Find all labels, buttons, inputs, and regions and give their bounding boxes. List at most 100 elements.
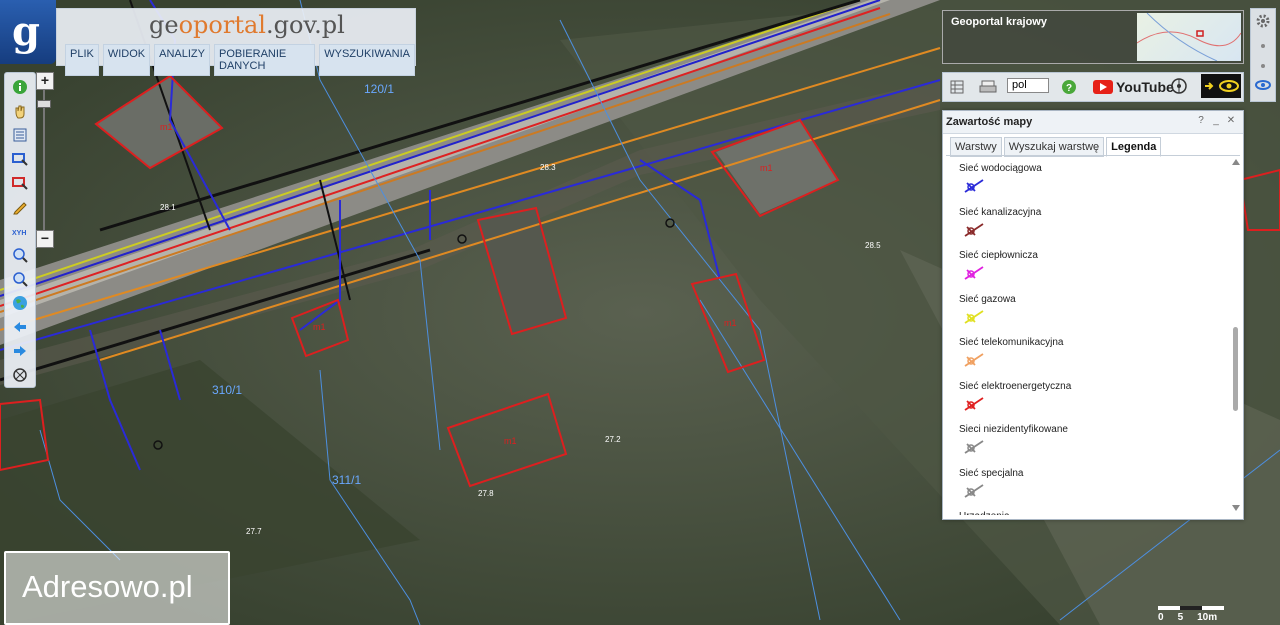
scale-bar: 0 5 10m [1158, 604, 1228, 623]
overview-title: Geoportal krajowy [951, 16, 1047, 28]
legend-item-label: Sieci niezidentyfikowane [959, 424, 1068, 435]
zoom-in-icon[interactable] [10, 245, 30, 265]
print-icon[interactable] [979, 79, 999, 95]
grid-icon[interactable] [949, 79, 965, 95]
settings-gear-icon[interactable] [1255, 13, 1271, 29]
panel-tabs: Warstwy Wyszukaj warstwę Legenda [950, 137, 1162, 157]
scale-label-0: 0 [1158, 612, 1164, 623]
legend-item: Sieć kanalizacyjna [959, 207, 1041, 249]
eye-icon[interactable] [1255, 77, 1271, 93]
accessibility-icon[interactable] [1171, 78, 1187, 94]
right-controls [1250, 8, 1276, 102]
panel-close-button[interactable]: ✕ [1225, 115, 1237, 127]
zoom-out-button[interactable]: − [36, 230, 54, 248]
youtube-label: YouTube [1116, 79, 1174, 95]
legend-symbol-icon [964, 483, 984, 498]
scale-label-5: 5 [1177, 612, 1184, 623]
map-contents-panel: Zawartość mapy ? _ ✕ Warstwy Wyszukaj wa… [942, 110, 1244, 520]
legend-item: Urządzenia [959, 511, 1010, 515]
legend-symbol-icon [964, 222, 984, 237]
globe-icon[interactable] [10, 293, 30, 313]
legend-item: Sieć gazowa [959, 294, 1016, 336]
contrast-toggle[interactable] [1201, 74, 1241, 98]
building-label: m1 [724, 318, 737, 328]
page-title: geoportal.gov.pl [149, 11, 345, 39]
xyz-coordinates-icon[interactable]: XYH [10, 221, 30, 241]
title-part-portal: oportal [178, 11, 266, 39]
legend-symbol-icon [964, 309, 984, 324]
tab-wyszukaj-warstwe[interactable]: Wyszukaj warstwę [1003, 137, 1105, 157]
menu-pobieranie-danych[interactable]: POBIERANIE DANYCH [214, 44, 316, 76]
top-right-toolbar: pol ? YouTube [942, 72, 1244, 102]
legend-item: Sieć specjalna [959, 468, 1023, 510]
height-label: 28.5 [865, 241, 881, 250]
legend-list: Sieć wodociągowa Sieć kanalizacyjna Sieć c… [943, 157, 1229, 515]
zoom-track[interactable] [43, 90, 45, 232]
zoom-knob[interactable] [37, 100, 51, 108]
legend-item-label: Sieć kanalizacyjna [959, 206, 1042, 218]
legend-symbol-icon [964, 179, 984, 193]
zoom-in-button[interactable]: + [36, 72, 54, 90]
legend-item-label: Sieć elektroenergetyczna [959, 380, 1072, 392]
legend-scroll-thumb[interactable] [1233, 327, 1238, 411]
forward-arrow-icon[interactable] [10, 341, 30, 361]
legend-item: Sieć elektroenergetyczna [959, 381, 1071, 423]
zoom-slider[interactable]: + − [36, 72, 54, 248]
panel-header: Zawartość mapy ? _ ✕ [943, 111, 1243, 134]
expand-icon[interactable] [1255, 57, 1271, 69]
height-label: 27.2 [605, 435, 621, 444]
legend-item-label: Sieć specjalna [959, 467, 1024, 479]
overview-map[interactable] [1136, 12, 1242, 62]
watermark: Adresowo.pl [4, 551, 230, 625]
menu-analizy[interactable]: ANALIZY [154, 44, 210, 76]
geoportal-logo[interactable]: g [0, 0, 56, 64]
language-select[interactable]: pol [1007, 78, 1049, 93]
draw-pencil-icon[interactable] [10, 197, 30, 217]
back-arrow-icon[interactable] [10, 317, 30, 337]
tab-warstwy[interactable]: Warstwy [950, 137, 1002, 157]
menu-widok[interactable]: WIDOK [102, 44, 151, 76]
clear-selection-icon[interactable] [10, 173, 30, 193]
svg-text:XYH: XYH [12, 230, 26, 237]
building-label: m1 [160, 122, 173, 132]
layers-list-icon[interactable] [10, 125, 30, 145]
info-icon[interactable] [10, 77, 30, 97]
parcel-label: 310/1 [212, 383, 242, 397]
tab-legenda[interactable]: Legenda [1106, 137, 1162, 157]
youtube-link[interactable]: YouTube [1093, 79, 1174, 95]
legend-symbol-icon [964, 353, 984, 367]
menu-plik[interactable]: PLIK [65, 44, 99, 76]
legend-item: Sieć wodociągowa [959, 163, 1042, 205]
legend-symbol-icon [964, 440, 984, 454]
legend-item-label: Sieć gazowa [959, 293, 1016, 305]
svg-text:?: ? [1066, 83, 1072, 94]
panel-help-button[interactable]: ? [1195, 115, 1207, 127]
panel-minimize-button[interactable]: _ [1210, 115, 1222, 127]
height-label: 27.7 [246, 527, 262, 536]
collapse-icon[interactable] [1255, 37, 1271, 49]
building-label: m1 [760, 163, 773, 173]
legend-item-label: Sieć wodociągowa [959, 163, 1042, 174]
menu-wyszukiwania[interactable]: WYSZUKIWANIA [319, 44, 415, 76]
building-label: m1 [313, 322, 326, 332]
panel-title: Zawartość mapy [946, 116, 1033, 128]
legend-item: Sieci niezidentyfikowane [959, 424, 1068, 466]
full-extent-icon[interactable] [10, 365, 30, 385]
height-label: 28.3 [540, 163, 556, 172]
legend-item-label: Sieć ciepłownicza [959, 250, 1038, 261]
overview-map-panel: Geoportal krajowy [942, 10, 1244, 64]
title-part-ge: ge [149, 11, 179, 39]
help-icon[interactable]: ? [1061, 79, 1077, 95]
legend-item-label: Sieć telekomunikacyjna [959, 337, 1064, 348]
tool-palette: XYH [4, 72, 36, 388]
title-part-domain: .gov.pl [265, 11, 345, 39]
select-area-icon[interactable] [10, 149, 30, 169]
legend-symbol-icon [964, 266, 984, 280]
pan-hand-icon[interactable] [10, 101, 30, 121]
scale-label-10m: 10m [1197, 612, 1218, 623]
legend-item-label: Urządzenia [959, 511, 1010, 515]
legend-scrollbar[interactable] [1231, 157, 1241, 513]
building-label: m1 [504, 436, 517, 446]
zoom-out-icon[interactable] [10, 269, 30, 289]
tab-divider [946, 155, 1240, 156]
